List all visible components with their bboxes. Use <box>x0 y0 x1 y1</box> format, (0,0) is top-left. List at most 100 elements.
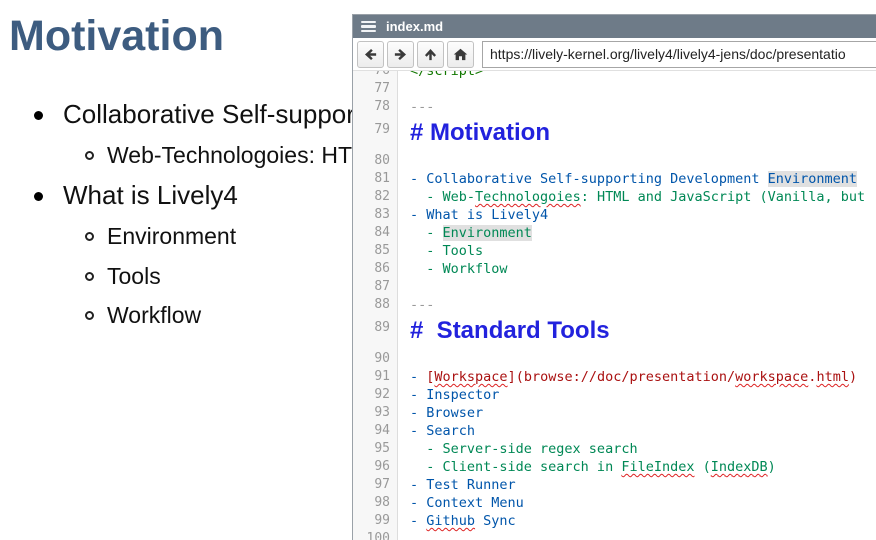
code-line-text[interactable]: - Search <box>398 422 876 440</box>
code-line[interactable]: 88--- <box>353 296 876 314</box>
up-button[interactable] <box>417 41 444 68</box>
code-line[interactable]: 77 <box>353 80 876 98</box>
line-number: 96 <box>353 458 398 476</box>
slide-bullet-text: Environment <box>107 223 236 249</box>
code-token: - Tools <box>410 243 483 259</box>
code-line[interactable]: 87 <box>353 278 876 296</box>
code-line-text[interactable]: # Standard Tools <box>398 314 876 350</box>
code-line-text[interactable] <box>398 530 876 540</box>
code-line[interactable]: 84 - Environment <box>353 224 876 242</box>
code-line[interactable]: 92- Inspector <box>353 386 876 404</box>
code-line-text[interactable]: - What is Lively4 <box>398 206 876 224</box>
line-number: 82 <box>353 188 398 206</box>
code-line[interactable]: 82 - Web-Technologoies: HTML and JavaScr… <box>353 188 876 206</box>
code-token: Github <box>426 513 475 529</box>
code-line-text[interactable]: --- <box>398 98 876 116</box>
slide-bullet-text: Tools <box>107 263 161 289</box>
home-button[interactable] <box>447 41 474 68</box>
code-line[interactable]: 90 <box>353 350 876 368</box>
code-line-text[interactable]: - Environment <box>398 224 876 242</box>
code-token: ) <box>849 369 857 385</box>
line-number: 86 <box>353 260 398 278</box>
code-line[interactable]: 98- Context Menu <box>353 494 876 512</box>
code-line-text[interactable]: - [Workspace](browse://doc/presentation/… <box>398 368 876 386</box>
line-number: 90 <box>353 350 398 368</box>
code-line-text[interactable]: - Tools <box>398 242 876 260</box>
code-token: --- <box>410 99 434 115</box>
line-number: 97 <box>353 476 398 494</box>
forward-arrow-icon <box>393 47 408 62</box>
code-line-text[interactable]: </script> <box>398 71 876 80</box>
code-token: # Standard Tools <box>410 317 610 344</box>
code-line-text[interactable] <box>398 152 876 170</box>
code-line-text[interactable] <box>398 350 876 368</box>
code-token: html <box>816 369 849 385</box>
code-token: - Client-side search in <box>410 459 621 475</box>
code-token: Environment <box>443 225 532 241</box>
code-line[interactable]: 86 - Workflow <box>353 260 876 278</box>
code-line-text[interactable]: - Client-side search in FileIndex (Index… <box>398 458 876 476</box>
code-token: - Workflow <box>410 261 508 277</box>
line-number: 83 <box>353 206 398 224</box>
code-line[interactable]: 78 --- <box>353 98 876 116</box>
window-titlebar[interactable]: index.md <box>353 15 876 38</box>
code-line[interactable]: 99- Github Sync <box>353 512 876 530</box>
code-line[interactable]: 89# Standard Tools <box>353 314 876 350</box>
line-number: 92 <box>353 386 398 404</box>
forward-button[interactable] <box>387 41 414 68</box>
code-line-text[interactable]: - Server-side regex search <box>398 440 876 458</box>
code-token: : HTML and JavaScript (Vanilla, but <box>581 189 865 205</box>
code-line[interactable]: 80 <box>353 152 876 170</box>
code-token: Technologoies <box>475 189 581 205</box>
code-token: - Browser <box>410 405 483 421</box>
code-token: workspace <box>735 369 808 385</box>
code-line-text[interactable]: - Web-Technologoies: HTML and JavaScript… <box>398 188 876 206</box>
code-line[interactable]: 96 - Client-side search in FileIndex (In… <box>353 458 876 476</box>
code-line[interactable]: 81- Collaborative Self-supporting Develo… <box>353 170 876 188</box>
hollow-bullet-icon <box>85 232 94 241</box>
url-input[interactable] <box>482 41 876 68</box>
code-line[interactable]: 93- Browser <box>353 404 876 422</box>
code-line-text[interactable]: - Workflow <box>398 260 876 278</box>
code-line-text[interactable]: # Motivation <box>398 116 876 152</box>
line-number: 80 <box>353 152 398 170</box>
slide-bullet-text: Workflow <box>107 302 201 328</box>
line-number: 79 <box>353 116 398 152</box>
code-line[interactable]: 95 - Server-side regex search <box>353 440 876 458</box>
code-line[interactable]: 76 </script> <box>353 71 876 80</box>
code-token: </script> <box>410 71 483 79</box>
hollow-bullet-icon <box>85 311 94 320</box>
code-line-text[interactable]: - Inspector <box>398 386 876 404</box>
code-editor[interactable]: 76 </script>7778 --- 79 # Motivation 8081- Co… <box>353 71 876 540</box>
code-line[interactable]: 91- [Workspace](browse://doc/presentatio… <box>353 368 876 386</box>
slide-title: Motivation <box>9 12 224 61</box>
line-number: 85 <box>353 242 398 260</box>
code-token: - Context Menu <box>410 495 524 511</box>
hamburger-icon[interactable] <box>361 21 376 32</box>
code-line-text[interactable] <box>398 80 876 98</box>
code-line-text[interactable] <box>398 278 876 296</box>
code-line[interactable]: 97- Test Runner <box>353 476 876 494</box>
code-line[interactable]: 94- Search <box>353 422 876 440</box>
code-token: - Web- <box>410 189 475 205</box>
code-token: # Motivation <box>410 119 550 146</box>
code-line[interactable]: 85 - Tools <box>353 242 876 260</box>
line-number: 76 <box>353 71 398 80</box>
code-line-text[interactable]: - Test Runner <box>398 476 876 494</box>
hollow-bullet-icon <box>85 151 94 160</box>
code-token: - Search <box>410 423 475 439</box>
filled-bullet-icon <box>34 111 43 120</box>
back-button[interactable] <box>357 41 384 68</box>
code-token: Workspace <box>434 369 507 385</box>
editor-lines: 76 </script>7778 --- 79 # Motivation 8081- Co… <box>353 71 876 540</box>
code-line-text[interactable]: - Browser <box>398 404 876 422</box>
code-line[interactable]: 100 <box>353 530 876 540</box>
code-line-text[interactable]: --- <box>398 296 876 314</box>
code-line-text[interactable]: - Context Menu <box>398 494 876 512</box>
code-line[interactable]: 79 # Motivation <box>353 116 876 152</box>
code-line-text[interactable]: - Collaborative Self-supporting Developm… <box>398 170 876 188</box>
code-token: ](browse://doc/presentation/ <box>508 369 736 385</box>
line-number: 78 <box>353 98 398 116</box>
code-line-text[interactable]: - Github Sync <box>398 512 876 530</box>
code-line[interactable]: 83- What is Lively4 <box>353 206 876 224</box>
